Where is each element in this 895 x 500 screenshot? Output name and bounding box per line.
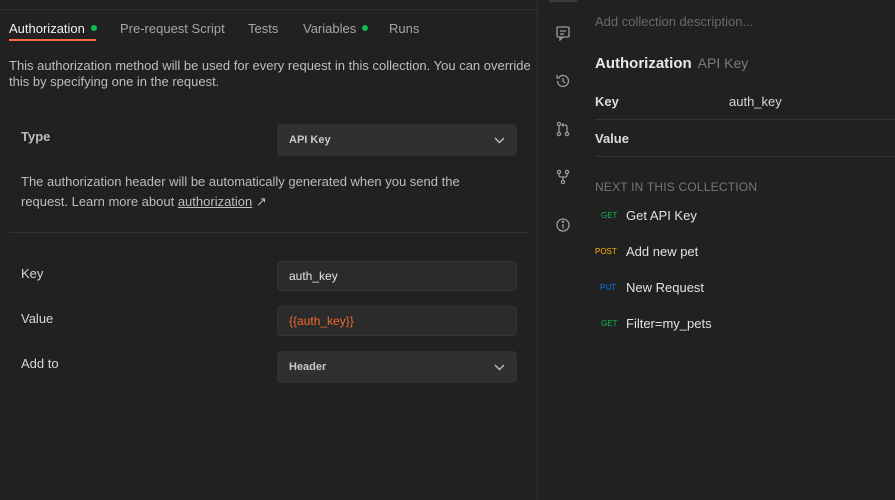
collection-overview-panel: Add collection description... Authorizat…	[587, 0, 895, 500]
tab-label: Pre-request Script	[120, 20, 225, 36]
tab-status-dot	[90, 25, 97, 31]
tab-status-dot	[362, 25, 369, 31]
method-badge: GET	[601, 318, 618, 328]
panel-auth-title: Authorization	[595, 55, 692, 72]
tab-label: Authorization	[9, 20, 85, 36]
panel-key-row: Key auth_key	[595, 83, 895, 120]
method-badge: GET	[601, 210, 618, 220]
request-item[interactable]: GET Filter=my_pets	[595, 314, 712, 332]
tab-authorization[interactable]: Authorization	[9, 18, 97, 38]
request-name: Filter=my_pets	[626, 315, 712, 331]
request-name: Add new pet	[626, 243, 699, 259]
panel-auth-type: API Key	[697, 55, 749, 71]
value-label: Value	[21, 311, 54, 326]
authorization-link[interactable]: authorization	[178, 194, 252, 209]
request-item[interactable]: GET Get API Key	[595, 206, 697, 224]
method-badge: POST	[595, 246, 617, 256]
tab-runs[interactable]: Runs	[389, 18, 419, 38]
fork-icon[interactable]	[554, 168, 572, 186]
auth-helper-text: The authorization header will be automat…	[21, 172, 481, 212]
type-label: Type	[21, 129, 51, 144]
request-item[interactable]: PUT New Request	[595, 278, 704, 296]
request-name: New Request	[626, 279, 705, 295]
info-icon[interactable]	[554, 216, 572, 234]
tab-label: Runs	[389, 20, 420, 36]
comments-icon[interactable]	[554, 24, 572, 42]
key-input[interactable]: auth_key	[277, 261, 517, 291]
panel-auth-heading: Authorization API Key	[595, 55, 748, 72]
tab-pre-request-script[interactable]: Pre-request Script	[120, 18, 225, 38]
active-tab-indicator	[9, 39, 96, 41]
request-item[interactable]: POST Add new pet	[595, 242, 698, 260]
panel-key-value: auth_key	[729, 94, 782, 109]
value-input-value: {{auth_key}}	[289, 314, 354, 328]
tab-bar: Authorization Pre-request Script Tests V…	[0, 0, 538, 42]
history-icon[interactable]	[554, 72, 572, 90]
rail-active-indicator	[549, 0, 577, 2]
next-in-collection-title: NEXT IN THIS COLLECTION	[595, 180, 758, 194]
panel-key-label: Key	[595, 94, 619, 109]
method-badge: PUT	[600, 282, 616, 292]
auth-description: This authorization method will be used f…	[9, 58, 531, 89]
add-to-value: Header	[289, 361, 327, 373]
add-to-select[interactable]: Header	[277, 351, 517, 383]
key-label: Key	[21, 266, 44, 281]
tab-label: Tests	[248, 20, 279, 36]
value-input[interactable]: {{auth_key}}	[277, 306, 517, 336]
request-name: Get API Key	[626, 207, 697, 223]
chevron-down-icon	[493, 361, 505, 373]
auth-type-value: API Key	[289, 134, 331, 146]
tab-tests[interactable]: Tests	[248, 18, 278, 38]
tab-variables[interactable]: Variables	[303, 18, 369, 38]
section-divider	[9, 232, 528, 233]
auth-editor-pane: Authorization Pre-request Script Tests V…	[0, 0, 538, 500]
pull-request-icon[interactable]	[554, 120, 572, 138]
key-input-value: auth_key	[289, 269, 338, 283]
right-icon-rail	[539, 0, 587, 500]
chevron-down-icon	[493, 134, 505, 146]
collection-description-input[interactable]: Add collection description...	[595, 14, 753, 29]
external-link-icon: ↗	[255, 194, 267, 209]
auth-type-select[interactable]: API Key	[277, 124, 517, 156]
add-to-label: Add to	[21, 356, 59, 371]
panel-value-row: Value	[595, 120, 895, 157]
panel-value-label: Value	[595, 131, 629, 146]
tab-label: Variables	[303, 20, 357, 36]
